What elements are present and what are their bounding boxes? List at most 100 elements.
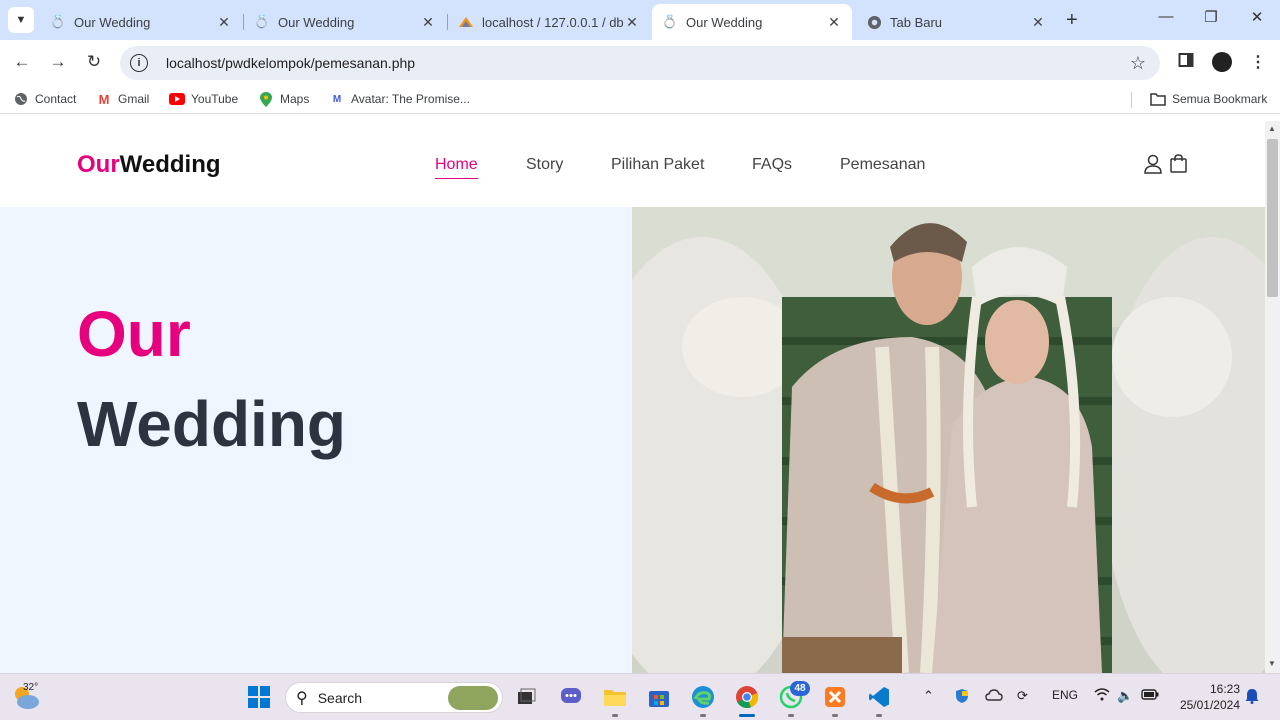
- scroll-up-icon[interactable]: ▲: [1268, 124, 1276, 133]
- bookmark-label: Maps: [280, 92, 310, 106]
- tab-our-wedding-1[interactable]: 💍 Our Wedding ✕: [40, 4, 242, 40]
- phpmyadmin-icon: [458, 14, 474, 30]
- app-running-indicator: [700, 714, 706, 717]
- windows-start-icon[interactable]: [245, 683, 273, 711]
- minimize-icon[interactable]: —: [1156, 8, 1176, 25]
- cloud-sync-icon[interactable]: [985, 688, 1003, 705]
- scrollbar-thumb[interactable]: [1267, 139, 1278, 297]
- restore-icon[interactable]: ❐: [1201, 8, 1221, 26]
- ring-icon: 💍: [661, 14, 679, 29]
- ring-icon: 💍: [49, 14, 67, 29]
- chrome-icon: [866, 14, 882, 30]
- web-page: OurWedding Home Story Pilihan Paket FAQs…: [0, 121, 1265, 673]
- site-logo[interactable]: OurWedding: [77, 151, 221, 179]
- chevron-down-icon: ▼: [15, 14, 27, 26]
- app-running-indicator: [612, 714, 618, 717]
- xampp-icon[interactable]: [821, 683, 849, 711]
- nav-pemesanan[interactable]: Pemesanan: [840, 156, 925, 174]
- close-icon[interactable]: ✕: [826, 14, 842, 31]
- window-close-icon[interactable]: ✕: [1247, 8, 1267, 26]
- app-running-indicator: [832, 714, 838, 717]
- folder-icon: [1150, 92, 1166, 106]
- vscode-icon[interactable]: [865, 683, 893, 711]
- bookmark-contact[interactable]: Contact: [13, 92, 76, 106]
- bookmark-label: Semua Bookmark: [1172, 92, 1268, 106]
- app-running-indicator: [876, 714, 882, 717]
- bookmark-label: Gmail: [118, 92, 150, 106]
- tab-our-wedding-active[interactable]: 💍 Our Wedding ✕: [652, 4, 852, 40]
- tab-phpmyadmin[interactable]: localhost / 127.0.0.1 / db ✕: [448, 4, 650, 40]
- close-icon[interactable]: ✕: [1030, 14, 1046, 31]
- shopping-bag-icon[interactable]: [1170, 154, 1187, 173]
- bookmark-label: YouTube: [191, 92, 239, 106]
- tab-search-button[interactable]: ▼: [8, 7, 34, 33]
- bookmark-gmail[interactable]: M Gmail: [96, 91, 150, 107]
- tab-title: localhost / 127.0.0.1 / db: [482, 14, 624, 30]
- tab-our-wedding-2[interactable]: 💍 Our Wedding ✕: [244, 4, 446, 40]
- all-bookmarks-folder[interactable]: Semua Bookmark: [1150, 92, 1267, 106]
- tab-tab-baru[interactable]: Tab Baru ✕: [856, 4, 1056, 40]
- app-running-indicator: [788, 714, 794, 717]
- gmail-icon: M: [98, 91, 110, 107]
- whatsapp-badge: 48: [790, 681, 810, 696]
- bookmark-star-icon[interactable]: ☆: [1130, 53, 1146, 74]
- logo-part-wedding: Wedding: [119, 151, 221, 178]
- microsoft-store-icon[interactable]: [645, 683, 673, 711]
- search-label: Search: [317, 689, 363, 706]
- profile-avatar[interactable]: [1212, 52, 1232, 72]
- nav-home[interactable]: Home: [435, 156, 478, 179]
- hero-title-wedding: Wedding: [77, 388, 346, 460]
- weather-temperature: 32°: [23, 682, 39, 693]
- clock-date: 25/01/2024: [1179, 698, 1240, 712]
- user-icon[interactable]: [1144, 154, 1162, 174]
- bookmark-label: Avatar: The Promise...: [351, 92, 470, 106]
- site-icon: M: [332, 93, 342, 105]
- volume-icon[interactable]: 🔈: [1117, 688, 1133, 704]
- language-indicator[interactable]: ENG: [1052, 688, 1078, 702]
- close-icon[interactable]: ✕: [216, 14, 232, 31]
- search-highlight-image: [448, 686, 498, 710]
- battery-icon[interactable]: [1141, 688, 1159, 703]
- tray-overflow-chevron-icon[interactable]: ⌃: [923, 688, 934, 704]
- nav-story[interactable]: Story: [526, 156, 563, 174]
- edge-icon[interactable]: [689, 683, 717, 711]
- nav-faqs[interactable]: FAQs: [752, 156, 792, 174]
- tab-title: Our Wedding: [686, 14, 763, 30]
- forward-arrow-icon[interactable]: →: [47, 52, 69, 72]
- chat-icon[interactable]: [557, 683, 585, 711]
- tab-title: Our Wedding: [278, 14, 355, 30]
- security-shield-icon[interactable]: [954, 688, 970, 707]
- update-sync-icon[interactable]: ⟳: [1017, 688, 1028, 704]
- bookmark-label: Contact: [35, 92, 77, 106]
- more-menu-icon[interactable]: ⋮: [1250, 52, 1266, 72]
- logo-part-our: Our: [77, 151, 120, 178]
- bookmark-avatar[interactable]: M Avatar: The Promise...: [329, 92, 470, 106]
- back-arrow-icon[interactable]: ←: [11, 52, 33, 72]
- chrome-icon[interactable]: [733, 683, 761, 711]
- bookmark-youtube[interactable]: YouTube: [169, 92, 238, 106]
- site-info-icon[interactable]: i: [130, 54, 148, 72]
- wifi-icon[interactable]: [1094, 688, 1110, 704]
- maps-icon: [258, 91, 274, 107]
- notification-bell-icon[interactable]: [1245, 688, 1259, 707]
- page-scrollbar[interactable]: ▲ ▼: [1265, 121, 1280, 673]
- address-bar[interactable]: i localhost/pwdkelompok/pemesanan.php ☆: [120, 46, 1160, 80]
- bookmark-maps[interactable]: Maps: [258, 91, 310, 107]
- task-view-icon[interactable]: [512, 683, 540, 711]
- scroll-down-icon[interactable]: ▼: [1268, 659, 1276, 668]
- nav-pilihan-paket[interactable]: Pilihan Paket: [611, 156, 704, 174]
- taskbar-search[interactable]: ⚲ Search: [285, 682, 503, 713]
- file-explorer-icon[interactable]: [601, 683, 629, 711]
- close-icon[interactable]: ✕: [624, 14, 640, 31]
- reload-icon[interactable]: ↻: [83, 52, 105, 72]
- ring-icon: 💍: [253, 14, 271, 29]
- close-icon[interactable]: ✕: [420, 14, 436, 31]
- url-text[interactable]: localhost/pwdkelompok/pemesanan.php: [166, 55, 415, 71]
- globe-icon: [13, 92, 29, 106]
- taskbar-clock[interactable]: 16:23 25/01/2024: [1172, 681, 1240, 713]
- windows-taskbar: 32° ⚲ Search 48 ⌃ ⟳ ENG 🔈 16:23 25/01/20…: [0, 673, 1280, 720]
- hero-title-our: Our: [77, 298, 191, 370]
- new-tab-plus-icon[interactable]: +: [1066, 9, 1078, 32]
- side-panel-icon[interactable]: [1178, 52, 1194, 73]
- bookmarks-bar: Contact M Gmail YouTube Maps M Avatar: T…: [0, 86, 1280, 114]
